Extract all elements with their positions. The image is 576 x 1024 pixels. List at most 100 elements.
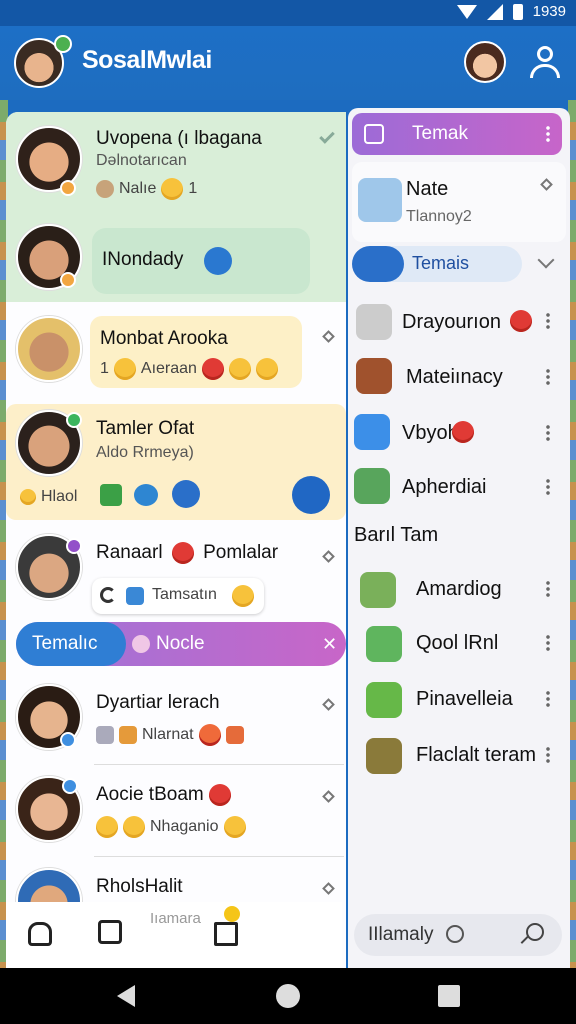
chat-meta-text: Nalıe	[119, 180, 157, 197]
status-badge	[66, 412, 82, 428]
chat-title: Uvopena (ı lbagana	[96, 128, 262, 149]
chat-row-3[interactable]: Tamler Ofat Aldo Rrmeya) Hlaol	[6, 404, 346, 520]
plant-icon	[100, 484, 122, 506]
item-label: Nate	[406, 178, 449, 200]
chat-title: Monbat Arooka	[100, 328, 228, 349]
message-bubble[interactable]: Tamsatın	[92, 578, 264, 614]
search-icon[interactable]	[526, 923, 544, 941]
edit-fab-icon[interactable]	[292, 476, 330, 514]
back-icon[interactable]	[117, 985, 135, 1007]
chat-meta: Nalıe 1	[96, 178, 197, 200]
person-icon	[225, 726, 244, 744]
menu-dots-icon[interactable]	[546, 424, 550, 442]
recent-apps-icon[interactable]	[438, 985, 460, 1007]
right-section-item-4[interactable]: Flaclalt teram	[352, 732, 566, 780]
more-icon[interactable]	[322, 330, 335, 343]
item-label: Temais	[412, 253, 470, 273]
chat-pill[interactable]: INondady	[92, 228, 310, 294]
chat-title: Ranaarl Pomlalar	[96, 542, 278, 564]
chat-meta: 1 Aıeraan	[100, 358, 278, 380]
emoji-icon	[20, 489, 36, 505]
right-item-4[interactable]: Vbyoh	[352, 408, 566, 456]
status-bar: 1939	[0, 0, 576, 26]
bottom-nav: Iıamara	[6, 902, 342, 968]
right-item-nate[interactable]: Nate Tlannoy2	[352, 162, 566, 242]
menu-dots-icon[interactable]	[546, 580, 550, 598]
tab-temalic[interactable]: Temalıc	[16, 622, 126, 666]
chat-row-6[interactable]: Aocie tBoam Nhaganio	[6, 772, 346, 864]
section-heading: Barıl Tam	[354, 524, 439, 546]
home-icon[interactable]	[28, 922, 52, 946]
chat-list[interactable]: Uvopena (ı lbagana Dəlnotarıcan Nalıe 1 …	[6, 112, 346, 968]
tab-nocle[interactable]: Nocle	[156, 633, 205, 655]
creature-icon	[354, 468, 390, 504]
chat-meta: Hlaol	[20, 488, 77, 506]
chat-title: Tamler Ofat	[96, 418, 195, 439]
chat-icon[interactable]	[98, 920, 122, 944]
right-header-label: Temak	[412, 123, 468, 144]
filter-tabs[interactable]: Temalıc Nocle ✕	[16, 622, 346, 666]
edit-icon	[364, 124, 384, 144]
smile-emoji-icon	[161, 178, 184, 200]
angry-emoji-icon	[171, 542, 194, 564]
search-input[interactable]: IIlamaly	[354, 914, 562, 956]
home-button-icon[interactable]	[276, 984, 300, 1008]
chat-count: 1	[188, 180, 198, 197]
refresh-icon	[100, 587, 116, 603]
item-label: Apherdiai	[402, 476, 487, 498]
menu-dots-icon[interactable]	[546, 746, 550, 764]
right-item-temais[interactable]: Temais	[352, 246, 522, 282]
smile-emoji-icon	[228, 358, 251, 380]
chat-row-2[interactable]: Monbat Arooka 1 Aıeraan	[6, 306, 346, 398]
tab-dot-icon	[132, 635, 150, 653]
more-icon[interactable]	[322, 698, 335, 711]
people-icon[interactable]	[204, 247, 232, 275]
creature-icon	[366, 682, 402, 718]
menu-dots-icon[interactable]	[546, 125, 550, 143]
chat-row-5[interactable]: Dyartiar lerach Nlarnat	[6, 680, 346, 772]
team-icon	[366, 738, 402, 774]
item-label: Amardiog	[416, 578, 502, 600]
menu-dots-icon[interactable]	[546, 690, 550, 708]
smile-emoji-icon	[232, 585, 254, 607]
menu-dots-icon[interactable]	[546, 312, 550, 330]
page-icon[interactable]	[214, 922, 238, 946]
status-icons: 1939	[456, 3, 566, 20]
more-icon[interactable]	[322, 882, 335, 895]
message-bubble[interactable]: Monbat Arooka 1 Aıeraan	[90, 316, 302, 388]
person-icon	[119, 726, 137, 744]
more-icon[interactable]	[540, 178, 553, 191]
menu-dots-icon[interactable]	[546, 478, 550, 496]
more-icon[interactable]	[322, 790, 335, 803]
menu-dots-icon[interactable]	[546, 368, 550, 386]
chat-title-text: Aocie tBoam	[96, 784, 204, 806]
emoji-icon	[452, 421, 474, 443]
chat-row-1[interactable]: Uvopena (ı lbagana Dəlnotarıcan Nalıe 1 …	[6, 112, 346, 302]
close-icon[interactable]: ✕	[322, 634, 337, 655]
chat-row-4[interactable]: Ranaarl Pomlalar Tamsatın	[6, 526, 346, 620]
app-bar: SosalMwlai	[0, 26, 576, 100]
tag-icon	[352, 246, 404, 282]
item-label: Pinavelleia	[416, 688, 513, 710]
right-panel-header[interactable]: Temak	[352, 113, 562, 155]
item-label: Drayourıon	[402, 311, 501, 333]
chat-title: RholsHalit	[96, 876, 183, 897]
menu-dots-icon[interactable]	[546, 634, 550, 652]
right-section-item-3[interactable]: Pinavelleia	[352, 676, 566, 724]
smile-emoji-icon	[255, 358, 278, 380]
right-item-2[interactable]: Drayourıon	[352, 298, 566, 346]
status-badge	[62, 778, 78, 794]
more-icon[interactable]	[322, 550, 335, 563]
row-divider	[94, 764, 344, 765]
profile-icon[interactable]	[528, 46, 562, 80]
emoji-icon	[198, 724, 221, 746]
page-icon	[356, 304, 392, 340]
right-item-5[interactable]: Apherdiai	[352, 462, 566, 510]
online-badge-icon	[54, 35, 72, 53]
smile-emoji-icon	[223, 816, 246, 838]
right-section-item-1[interactable]: Amardiog	[352, 566, 566, 614]
right-section-item-2[interactable]: Qool lRnl	[352, 620, 566, 668]
group-icon[interactable]	[172, 480, 200, 508]
right-item-3[interactable]: Mateiınacy	[352, 352, 566, 400]
contact-avatar[interactable]	[464, 41, 506, 83]
